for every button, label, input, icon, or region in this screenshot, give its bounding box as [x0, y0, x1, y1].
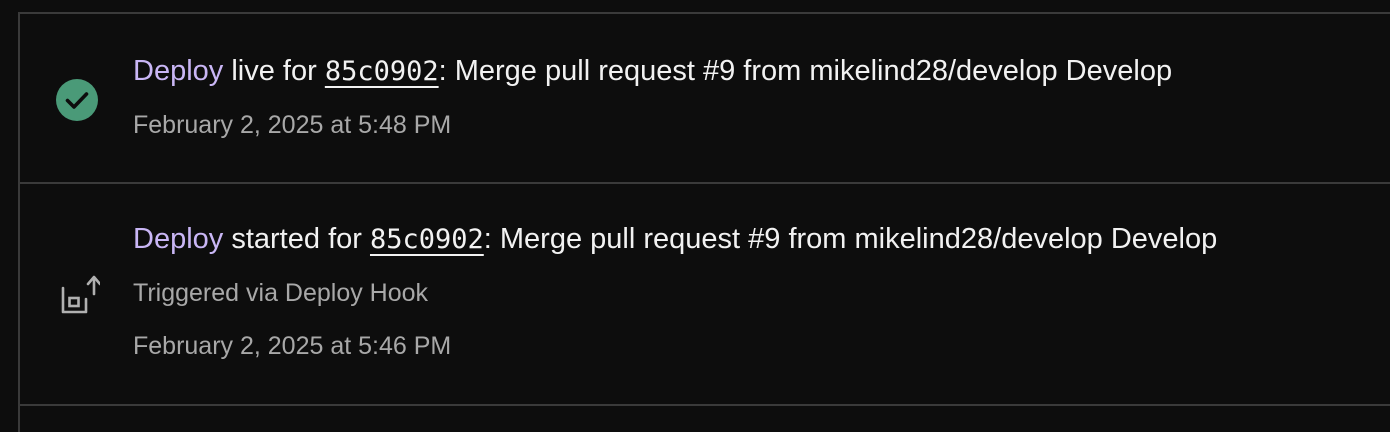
- commit-message: : Merge pull request #9 from mikelind28/…: [438, 55, 1173, 87]
- event-deploy-started: Deploy started for 85c0902: Merge pull r…: [20, 184, 1390, 406]
- event-status: live: [231, 55, 275, 87]
- commit-message: : Merge pull request #9 from mikelind28/…: [483, 223, 1218, 255]
- event-title: Deploy live for 85c0902: Merge pull requ…: [133, 52, 1390, 91]
- deploy-link[interactable]: Deploy: [133, 223, 223, 255]
- event-for: for: [328, 223, 362, 255]
- event-for: for: [282, 55, 317, 87]
- event-content: Deploy live for 85c0902: Merge pull requ…: [133, 52, 1390, 140]
- deploy-link[interactable]: Deploy: [133, 55, 223, 87]
- event-deploy-live: Deploy live for 85c0902: Merge pull requ…: [20, 14, 1390, 184]
- event-timestamp: February 2, 2025 at 5:48 PM: [133, 111, 452, 139]
- event-content: Deploy started for 85c0902: Merge pull r…: [133, 220, 1390, 361]
- deploy-hook-icon: [54, 272, 102, 318]
- event-status: started: [231, 223, 321, 255]
- event-title: Deploy started for 85c0902: Merge pull r…: [133, 220, 1390, 259]
- check-circle-icon: [54, 77, 100, 123]
- commit-link[interactable]: 85c0902: [370, 224, 484, 255]
- event-timestamp: February 2, 2025 at 5:46 PM: [133, 332, 452, 360]
- event-trigger: Triggered via Deploy Hook: [133, 279, 429, 307]
- commit-link[interactable]: 85c0902: [325, 56, 439, 87]
- deploy-events-panel: Deploy live for 85c0902: Merge pull requ…: [18, 12, 1390, 432]
